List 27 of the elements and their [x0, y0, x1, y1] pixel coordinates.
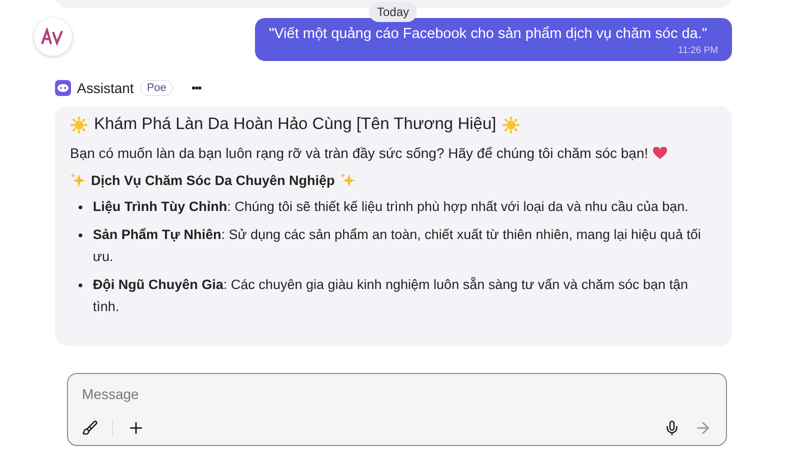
brush-icon[interactable]	[82, 420, 98, 436]
bot-name: Assistant	[77, 80, 134, 96]
bullet-text: Sản Phẩm Tự Nhiên: Sử dụng các sản phẩm an toàn, chiết xuất từ thiên nhiên, mang lại hiệu quả tối ưu.	[92, 226, 702, 266]
section-heading: Dịch Vụ Chăm Sóc Da Chuyên Nghiệp	[91, 172, 335, 188]
bullet-text: Liệu Trình Tùy Chỉnh: Chúng tôi sẽ thiết kế liệu trình phù hợp nhất với loại da và nhu cầu của bạn.	[92, 198, 690, 216]
add-icon[interactable]	[127, 419, 145, 437]
bullet-text: Đội Ngũ Chuyên Gia: Các chuyên gia giàu kinh nghiệm luôn sẵn sàng tư vấn và chăm sóc bạn tận tình.	[92, 276, 689, 316]
sun-icon	[70, 116, 88, 134]
microphone-icon[interactable]	[664, 420, 680, 436]
message-time: 11:26 PM	[678, 45, 718, 56]
bot-avatar-icon	[55, 80, 71, 96]
sun-icon	[502, 116, 520, 134]
send-icon[interactable]	[694, 419, 712, 437]
bullet-marker: •	[78, 226, 83, 245]
bot-badge: Poe	[140, 80, 174, 96]
reply-title: Khám Phá Làn Da Hoàn Hảo Cùng [Tên Thương Hiệu]	[94, 115, 496, 134]
bullet-marker: •	[78, 276, 83, 295]
message-input[interactable]: Message	[82, 386, 712, 402]
sparkle-icon	[70, 172, 86, 188]
more-options-button[interactable]: •••	[191, 81, 201, 95]
heart-icon	[653, 146, 668, 160]
reply-intro: Bạn có muốn làn da bạn luôn rạng rỡ và tràn đầy sức sống? Hãy để chúng tôi chăm sóc bạn!	[70, 145, 648, 161]
message-text: "Viết một quảng cáo Facebook cho sản phẩm dịch vụ chăm sóc da."	[269, 26, 708, 42]
date-divider: Today	[369, 2, 418, 22]
app-logo-icon[interactable]	[34, 18, 72, 56]
sparkle-icon	[340, 172, 356, 188]
bullet-marker: •	[78, 198, 83, 217]
